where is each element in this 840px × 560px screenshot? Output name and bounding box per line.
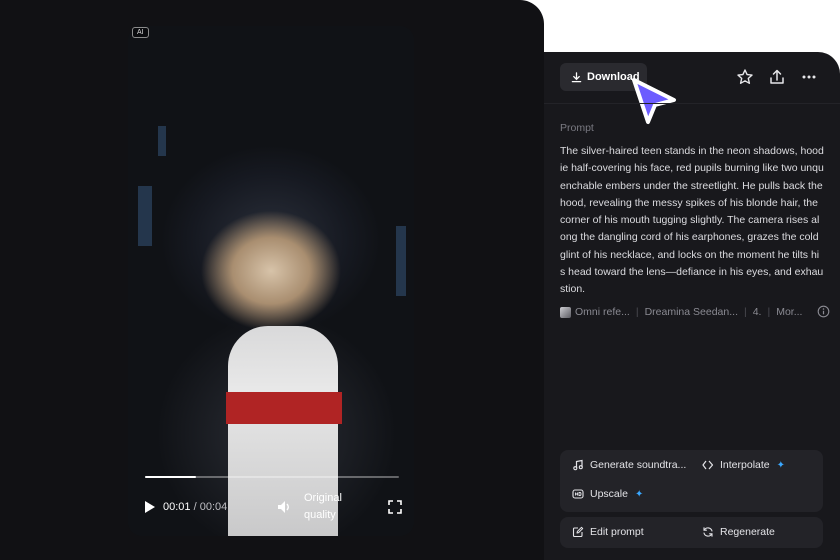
current-time: 00:01 bbox=[163, 501, 191, 513]
hd-icon bbox=[572, 489, 584, 499]
fullscreen-icon[interactable] bbox=[388, 500, 402, 514]
sparkle-icon: ✦ bbox=[776, 459, 786, 471]
meta-more[interactable]: Mor... bbox=[776, 306, 802, 318]
regenerate-icon bbox=[703, 527, 713, 537]
divider bbox=[544, 103, 840, 104]
meta-separator: | bbox=[635, 306, 639, 318]
video-progress-fill bbox=[145, 476, 196, 478]
reference-thumbnail bbox=[560, 306, 571, 318]
prompt-label: Prompt bbox=[560, 122, 594, 134]
city-light bbox=[138, 186, 152, 246]
star-icon[interactable] bbox=[736, 68, 754, 86]
video-time: 00:01 / 00:04 bbox=[163, 501, 227, 513]
volume-icon[interactable] bbox=[276, 499, 292, 515]
model-version: 4. bbox=[752, 306, 762, 318]
video-progress-bar[interactable] bbox=[145, 476, 399, 478]
model-name: Dreamina Seedan... bbox=[644, 306, 738, 318]
interpolate-icon bbox=[702, 460, 714, 470]
play-icon[interactable] bbox=[143, 500, 157, 514]
regenerate-label: Regenerate bbox=[720, 526, 775, 538]
prompt-text: The silver-haired teen stands in the neo… bbox=[560, 145, 824, 296]
meta-separator: | bbox=[767, 306, 771, 318]
upscale-button[interactable]: Upscale ✦ bbox=[572, 488, 643, 500]
city-light bbox=[396, 226, 406, 296]
video-subject-stripe bbox=[226, 392, 342, 424]
edit-prompt-button[interactable]: Edit prompt bbox=[572, 526, 644, 538]
pointer-cursor-icon bbox=[632, 78, 676, 124]
generate-soundtrack-button[interactable]: Generate soundtra... bbox=[572, 459, 686, 471]
ai-badge: AI bbox=[132, 27, 149, 38]
sparkle-icon: ✦ bbox=[634, 488, 644, 500]
edit-prompt-label: Edit prompt bbox=[590, 526, 644, 538]
reference-mode: Omni refe... bbox=[575, 306, 630, 318]
info-icon[interactable] bbox=[817, 305, 830, 318]
edit-icon bbox=[572, 526, 584, 538]
generate-soundtrack-label: Generate soundtra... bbox=[590, 459, 687, 471]
download-icon bbox=[571, 71, 582, 82]
regenerate-button[interactable]: Regenerate bbox=[702, 526, 775, 538]
music-note-icon bbox=[573, 459, 583, 471]
upscale-label: Upscale bbox=[590, 488, 628, 500]
interpolate-button[interactable]: Interpolate ✦ bbox=[702, 459, 785, 471]
time-separator: / bbox=[193, 501, 197, 513]
quality-selector[interactable]: Original quality bbox=[304, 490, 364, 524]
generation-meta: Omni refe... | Dreamina Seedan... | 4. |… bbox=[560, 305, 832, 319]
meta-separator: | bbox=[743, 306, 747, 318]
video-player[interactable] bbox=[128, 26, 414, 536]
interpolate-label: Interpolate bbox=[720, 459, 770, 471]
duration: 00:04 bbox=[199, 501, 228, 513]
more-icon[interactable] bbox=[800, 68, 818, 86]
city-light bbox=[158, 126, 166, 156]
share-icon[interactable] bbox=[768, 68, 786, 86]
